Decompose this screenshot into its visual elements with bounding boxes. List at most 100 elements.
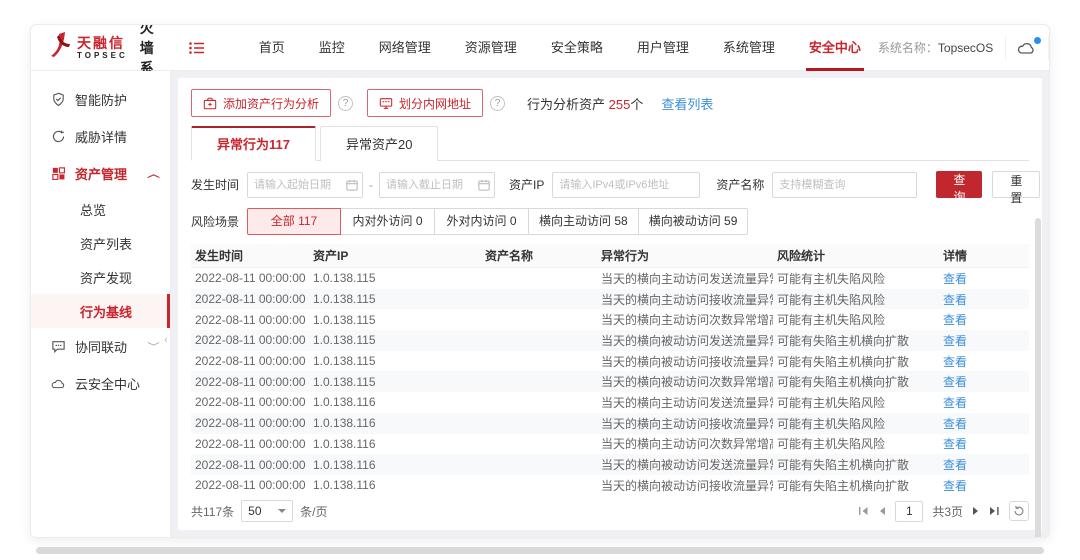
- tab-abnormal-behavior[interactable]: 异常行为117: [191, 126, 316, 161]
- table-row: 2022-08-11 00:00:00 1.0.138.116 当天的横向主动访…: [191, 413, 1029, 434]
- end-date-input[interactable]: [379, 172, 495, 198]
- view-list-link[interactable]: 查看列表: [661, 94, 713, 113]
- row-time: 2022-08-11 00:00:00: [191, 313, 309, 327]
- sidebar-item-asset-discovery[interactable]: 资产发现: [31, 260, 170, 294]
- row-behavior: 当天的横向被动访问接收流量异常增高: [597, 353, 773, 370]
- sidebar-item-asset-management[interactable]: 资产管理 ︿: [31, 155, 170, 192]
- table-row: 2022-08-11 00:00:00 1.0.138.116 当天的横向主动访…: [191, 434, 1029, 455]
- table-row: 2022-08-11 00:00:00 1.0.138.116 当天的横向主动访…: [191, 392, 1029, 413]
- row-time: 2022-08-11 00:00:00: [191, 292, 309, 306]
- row-behavior: 当天的横向主动访问接收流量异常增高: [597, 415, 773, 432]
- page-size-value: 50: [248, 504, 261, 518]
- col-time: 发生时间: [191, 247, 309, 264]
- view-detail-link[interactable]: 查看: [943, 355, 967, 369]
- scene-lateral-passive[interactable]: 横向被动访问 59: [639, 208, 749, 235]
- assets-analyzed-count: 255: [609, 97, 631, 112]
- nav-item-monitor[interactable]: 监控: [302, 25, 362, 71]
- system-name-label: 系统名称：: [878, 41, 938, 55]
- system-name-value: TopsecOS: [938, 41, 993, 55]
- row-ip: 1.0.138.115: [309, 292, 481, 306]
- page-size-select[interactable]: 50: [241, 500, 293, 522]
- view-detail-link[interactable]: 查看: [943, 293, 967, 307]
- refresh-button[interactable]: [1009, 501, 1029, 521]
- table-row: 2022-08-11 00:00:00 1.0.138.115 当天的横向主动访…: [191, 309, 1029, 330]
- scene-out-to-in[interactable]: 外对内访问 0: [435, 208, 529, 235]
- chevron-down-icon: ﹀: [147, 340, 160, 353]
- asset-ip-input[interactable]: [552, 172, 700, 198]
- nav-item-home[interactable]: 首页: [242, 25, 302, 71]
- view-detail-link[interactable]: 查看: [943, 417, 967, 431]
- last-page-button[interactable]: [989, 506, 1000, 516]
- scene-lateral-active[interactable]: 横向主动访问 58: [529, 208, 639, 235]
- sidebar-sub-label: 行为基线: [80, 302, 132, 321]
- vertical-scrollbar[interactable]: [1035, 218, 1041, 538]
- view-detail-link[interactable]: 查看: [943, 458, 967, 472]
- row-behavior: 当天的横向被动访问次数异常增高: [597, 373, 773, 390]
- nav-item-network[interactable]: 网络管理: [362, 25, 448, 71]
- divide-intranet-button[interactable]: 划分内网地址: [367, 89, 483, 117]
- nav-item-user[interactable]: 用户管理: [620, 25, 706, 71]
- sidebar-item-cloud-security[interactable]: 云安全中心: [31, 365, 170, 402]
- current-page-input[interactable]: 1: [895, 501, 923, 522]
- sidebar-item-collaboration[interactable]: 协同联动 ﹀: [31, 328, 170, 365]
- top-navbar: 天融信 TOPSEC 防火墙系统 首页 监控 网络管理 资源管理 安全策略 用户…: [31, 25, 1049, 71]
- view-detail-link[interactable]: 查看: [943, 375, 967, 389]
- sidebar-item-asset-list[interactable]: 资产列表: [31, 226, 170, 260]
- row-time: 2022-08-11 00:00:00: [191, 478, 309, 492]
- cloud-sync-icon[interactable]: [1005, 36, 1048, 60]
- divide-help-icon[interactable]: ?: [490, 96, 505, 111]
- view-detail-link[interactable]: 查看: [943, 313, 967, 327]
- first-page-button[interactable]: [858, 506, 869, 516]
- table-row: 2022-08-11 00:00:00 1.0.138.115 当天的横向被动访…: [191, 351, 1029, 372]
- start-date-input[interactable]: [247, 172, 363, 198]
- total-pages-label: 共3页: [932, 503, 963, 520]
- sidebar-label: 协同联动: [75, 337, 127, 356]
- row-ip: 1.0.138.116: [309, 395, 481, 409]
- row-risk: 可能有主机失陷风险: [773, 394, 939, 411]
- add-asset-behavior-button[interactable]: 添加资产行为分析: [191, 89, 331, 117]
- row-ip: 1.0.138.115: [309, 333, 481, 347]
- assets-analyzed-label: 行为分析资产: [527, 97, 605, 112]
- asset-name-input[interactable]: [772, 172, 917, 198]
- add-help-icon[interactable]: ?: [338, 96, 353, 111]
- row-ip: 1.0.138.115: [309, 271, 481, 285]
- row-risk: 可能有主机失陷风险: [773, 291, 939, 308]
- behavior-table: 发生时间 资产IP 资产名称 异常行为 风险统计 详情 2022-08-11 0…: [191, 244, 1029, 494]
- scene-all[interactable]: 全部 117: [247, 208, 341, 235]
- save-icon[interactable]: [1048, 36, 1050, 60]
- sidebar-item-threat-detail[interactable]: 威胁详情: [31, 118, 170, 155]
- sidebar-item-overview[interactable]: 总览: [31, 192, 170, 226]
- row-risk: 可能有失陷主机横向扩散: [773, 353, 939, 370]
- view-detail-link[interactable]: 查看: [943, 479, 967, 493]
- filter-row-time: 发生时间 - 资产IP 资产名称 查询 重置: [191, 171, 1029, 198]
- sidebar-item-smart-protection[interactable]: 智能防护: [31, 81, 170, 118]
- row-behavior: 当天的横向被动访问接收流量异常增高: [597, 477, 773, 494]
- nav-item-resource[interactable]: 资源管理: [448, 25, 534, 71]
- col-behavior: 异常行为: [597, 247, 773, 264]
- row-behavior: 当天的横向主动访问接收流量异常增高: [597, 291, 773, 308]
- tab-abnormal-asset[interactable]: 异常资产20: [320, 126, 438, 161]
- menu-list-icon[interactable]: [188, 40, 206, 56]
- scene-in-to-out[interactable]: 内对外访问 0: [341, 208, 435, 235]
- sidebar-label: 云安全中心: [75, 374, 140, 393]
- nav-item-policy[interactable]: 安全策略: [534, 25, 620, 71]
- sidebar-item-behavior-baseline[interactable]: 行为基线: [31, 294, 170, 328]
- view-detail-link[interactable]: 查看: [943, 272, 967, 286]
- main-menu: 首页 监控 网络管理 资源管理 安全策略 用户管理 系统管理 安全中心: [242, 25, 878, 71]
- next-page-button[interactable]: [972, 506, 980, 516]
- nav-item-system[interactable]: 系统管理: [706, 25, 792, 71]
- view-detail-link[interactable]: 查看: [943, 437, 967, 451]
- prev-page-button[interactable]: [878, 506, 886, 516]
- row-ip: 1.0.138.115: [309, 375, 481, 389]
- table-row: 2022-08-11 00:00:00 1.0.138.116 当天的横向被动访…: [191, 454, 1029, 475]
- query-button[interactable]: 查询: [936, 171, 982, 198]
- view-detail-link[interactable]: 查看: [943, 334, 967, 348]
- col-ip: 资产IP: [309, 247, 481, 264]
- per-page-label: 条/页: [300, 503, 327, 520]
- sidebar-collapse-handle[interactable]: ‹: [161, 323, 171, 357]
- view-detail-link[interactable]: 查看: [943, 396, 967, 410]
- tabs: 异常行为117 异常资产20: [191, 126, 1029, 161]
- reset-button[interactable]: 重置: [992, 171, 1040, 198]
- nav-item-security-center[interactable]: 安全中心: [792, 25, 878, 71]
- time-filter-label: 发生时间: [191, 176, 239, 193]
